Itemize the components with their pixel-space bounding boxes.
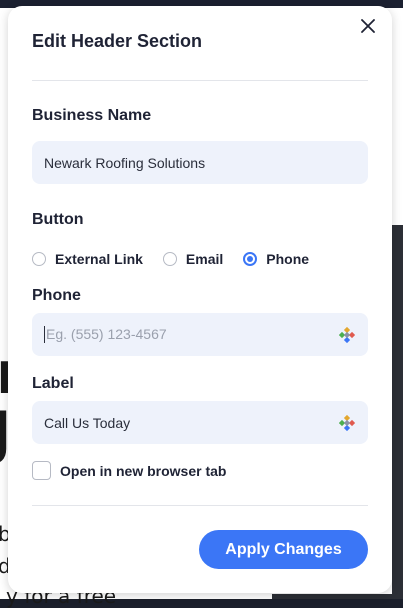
background-image-strip [392, 225, 403, 599]
radio-phone[interactable]: Phone [243, 251, 309, 267]
open-new-tab-label: Open in new browser tab [60, 462, 227, 479]
sparkle-icon[interactable] [338, 414, 356, 432]
open-new-tab-option[interactable]: Open in new browser tab [32, 461, 226, 480]
apply-changes-button[interactable]: Apply Changes [199, 530, 368, 569]
radio-label: Email [185, 251, 224, 267]
edit-header-modal: Edit Header Section Business Name Newark… [8, 6, 392, 593]
close-button[interactable] [358, 18, 378, 38]
business-name-value: Newark Roofing Solutions [44, 154, 206, 171]
open-new-tab-checkbox[interactable] [32, 461, 51, 480]
button-type-label: Button [32, 211, 84, 228]
close-icon [361, 18, 375, 38]
phone-input[interactable]: Eg. (555) 123-4567 [32, 313, 368, 356]
text-cursor [44, 326, 45, 344]
radio-circle [32, 252, 46, 266]
phone-placeholder: Eg. (555) 123-4567 [46, 325, 167, 342]
radio-label: External Link [55, 251, 143, 267]
label-input[interactable]: Call Us Today [32, 401, 368, 444]
button-type-radio-group: External Link Email Phone [32, 249, 329, 269]
label-field-label: Label [32, 375, 74, 392]
label-value: Call Us Today [44, 414, 131, 431]
sparkle-icon[interactable] [338, 326, 356, 344]
business-name-input[interactable]: Newark Roofing Solutions [32, 141, 368, 184]
modal-title: Edit Header Section [32, 31, 203, 51]
radio-label: Phone [266, 251, 310, 267]
radio-circle-selected [243, 252, 258, 266]
footer-divider [32, 505, 368, 506]
background-image-strip-bottom [272, 594, 403, 599]
radio-email[interactable]: Email [162, 251, 224, 267]
radio-external-link[interactable]: External Link [32, 251, 143, 267]
phone-label: Phone [32, 287, 81, 304]
header-divider [32, 80, 368, 81]
radio-circle [162, 252, 177, 266]
business-name-label: Business Name [32, 107, 152, 124]
